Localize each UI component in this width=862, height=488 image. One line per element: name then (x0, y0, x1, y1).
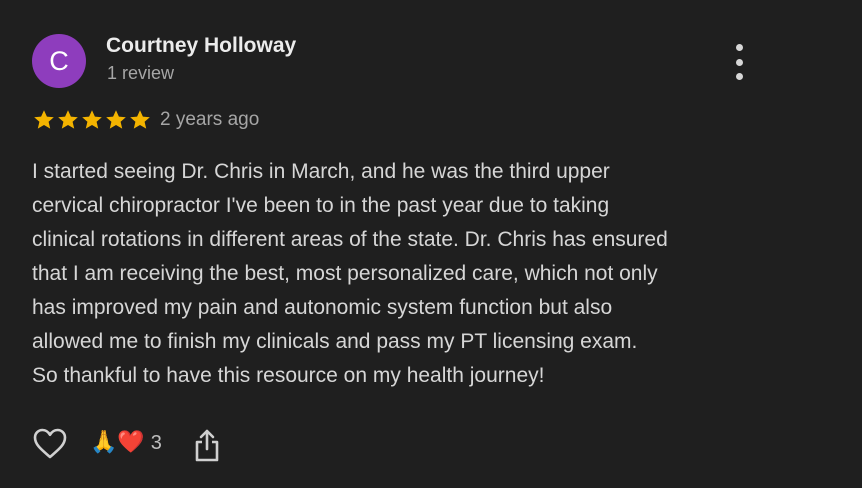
review-text-line: has improved my pain and autonomic syste… (32, 296, 613, 319)
review-text-line: So thankful to have this resource on my … (32, 364, 545, 387)
star-icon (106, 110, 126, 129)
review-time: 2 years ago (160, 109, 260, 130)
review-card: C Courtney Holloway 1 review 2 years ago… (0, 0, 862, 488)
review-text-line: allowed me to finish my clinicals and pa… (32, 330, 638, 353)
review-text-line: clinical rotations in different areas of… (32, 228, 668, 251)
reaction-emojis: 🙏❤️ (90, 430, 145, 455)
avatar[interactable]: C (32, 34, 86, 88)
review-text: I started seeing Dr. Chris in March, and… (32, 155, 812, 393)
star-icon (58, 110, 78, 129)
more-options-button[interactable] (728, 44, 750, 80)
review-text-line: I started seeing Dr. Chris in March, and… (32, 160, 610, 183)
more-vert-icon-dot (735, 73, 743, 80)
review-text-line: that I am receiving the best, most perso… (32, 262, 658, 285)
reactions-summary[interactable]: 🙏❤️ 3 (90, 429, 162, 457)
star-rating (32, 108, 152, 132)
share-button[interactable] (193, 427, 221, 463)
reaction-count: 3 (150, 432, 162, 454)
heart-outline-icon (33, 428, 67, 459)
avatar-initial: C (49, 45, 69, 76)
review-text-line: cervical chiropractor I've been to in th… (32, 194, 610, 217)
star-icon (82, 110, 102, 129)
star-icon (130, 110, 150, 129)
share-icon (195, 429, 219, 462)
more-vert-icon-dot (735, 58, 743, 66)
more-vert-icon (735, 44, 743, 51)
like-button[interactable] (32, 427, 68, 461)
author-name[interactable]: Courtney Holloway (106, 34, 296, 58)
star-icon (34, 110, 54, 129)
review-count: 1 review (107, 63, 175, 83)
